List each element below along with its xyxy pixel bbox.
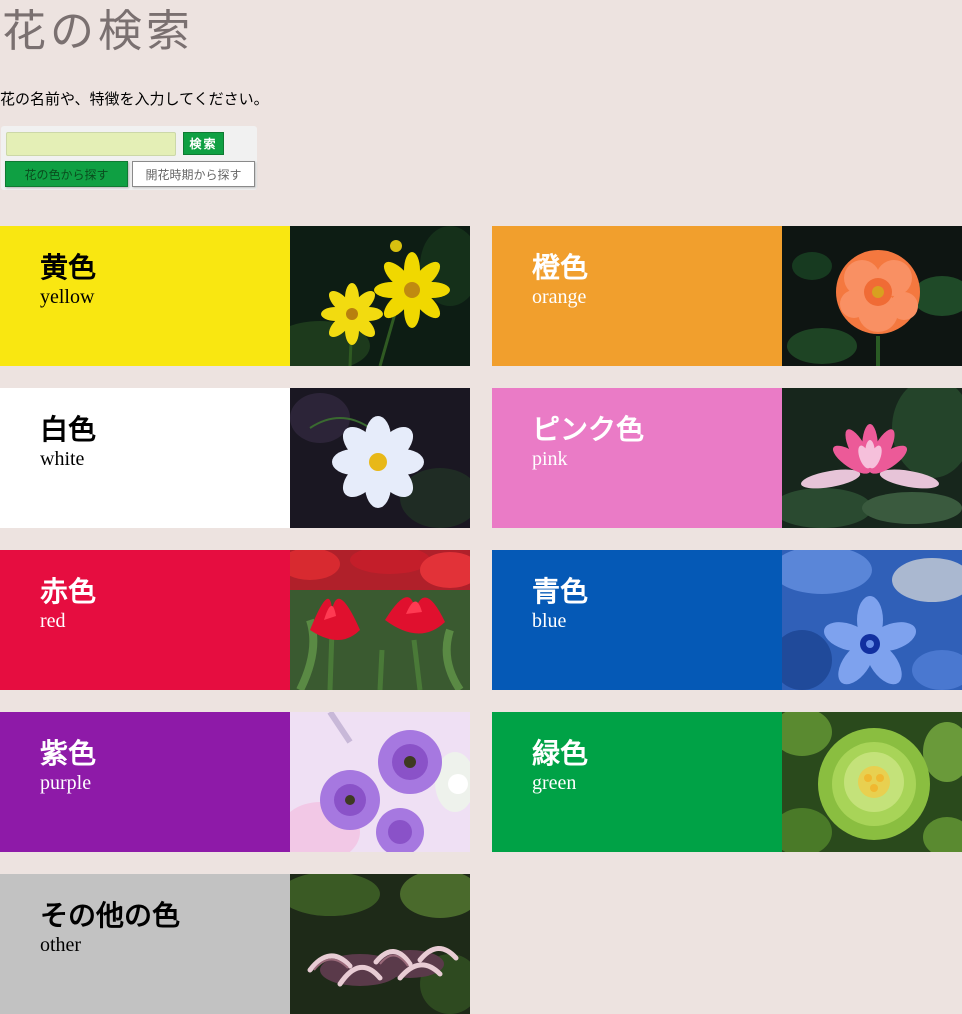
other-flower-photo (290, 874, 470, 1014)
color-name-en: white (40, 448, 85, 470)
white-flower-photo (290, 388, 470, 528)
color-name-ja: 紫色 (40, 737, 97, 770)
color-name-ja: 緑色 (532, 737, 589, 770)
color-name-ja: 黄色 (40, 251, 97, 284)
color-name-ja: 白色 (40, 413, 97, 446)
color-card-purple[interactable]: 紫色 purple (0, 712, 470, 852)
color-card-orange-label: 橙色 orange (492, 226, 782, 366)
pink-flower-photo (782, 388, 962, 528)
color-name-ja: 赤色 (40, 575, 97, 608)
color-card-yellow[interactable]: 黄色 yellow (0, 226, 470, 366)
color-card-green[interactable]: 緑色 green (492, 712, 962, 852)
color-name-en: green (532, 772, 577, 794)
search-by-color-button[interactable]: 花の色から探す (5, 161, 128, 187)
color-card-other-label: その他の色 other (0, 874, 290, 1014)
search-instructions: 花の名前や、特徴を入力してください。 (0, 90, 269, 108)
color-name-en: red (40, 610, 66, 632)
search-by-season-button[interactable]: 開花時期から探す (132, 161, 255, 187)
page-title: 花の検索 (2, 6, 194, 57)
color-card-red[interactable]: 赤色 red (0, 550, 470, 690)
color-card-green-label: 緑色 green (492, 712, 782, 852)
green-flower-photo (782, 712, 962, 852)
color-card-orange[interactable]: 橙色 orange (492, 226, 962, 366)
color-name-ja: ピンク色 (532, 413, 645, 446)
color-name-en: purple (40, 772, 92, 794)
search-panel: 検索 花の色から探す 開花時期から探す (1, 126, 257, 190)
red-flower-photo (290, 550, 470, 690)
color-card-other[interactable]: その他の色 other (0, 874, 470, 1014)
color-name-en: yellow (40, 286, 95, 308)
color-card-purple-label: 紫色 purple (0, 712, 290, 852)
color-card-white[interactable]: 白色 white (0, 388, 470, 528)
purple-flower-photo (290, 712, 470, 852)
color-card-pink[interactable]: ピンク色 pink (492, 388, 962, 528)
color-card-pink-label: ピンク色 pink (492, 388, 782, 528)
color-card-blue[interactable]: 青色 blue (492, 550, 962, 690)
color-name-en: orange (532, 286, 587, 308)
color-name-en: blue (532, 610, 567, 632)
search-button[interactable]: 検索 (183, 132, 224, 155)
color-name-en: pink (532, 448, 568, 470)
color-card-white-label: 白色 white (0, 388, 290, 528)
color-name-ja: 青色 (532, 575, 589, 608)
blue-flower-photo (782, 550, 962, 690)
color-card-yellow-label: 黄色 yellow (0, 226, 290, 366)
color-card-blue-label: 青色 blue (492, 550, 782, 690)
search-input[interactable] (6, 132, 176, 156)
yellow-flower-photo (290, 226, 470, 366)
color-name-ja: 橙色 (532, 251, 589, 284)
orange-flower-photo (782, 226, 962, 366)
color-name-en: other (40, 934, 82, 956)
color-name-ja: その他の色 (40, 899, 181, 932)
color-card-red-label: 赤色 red (0, 550, 290, 690)
